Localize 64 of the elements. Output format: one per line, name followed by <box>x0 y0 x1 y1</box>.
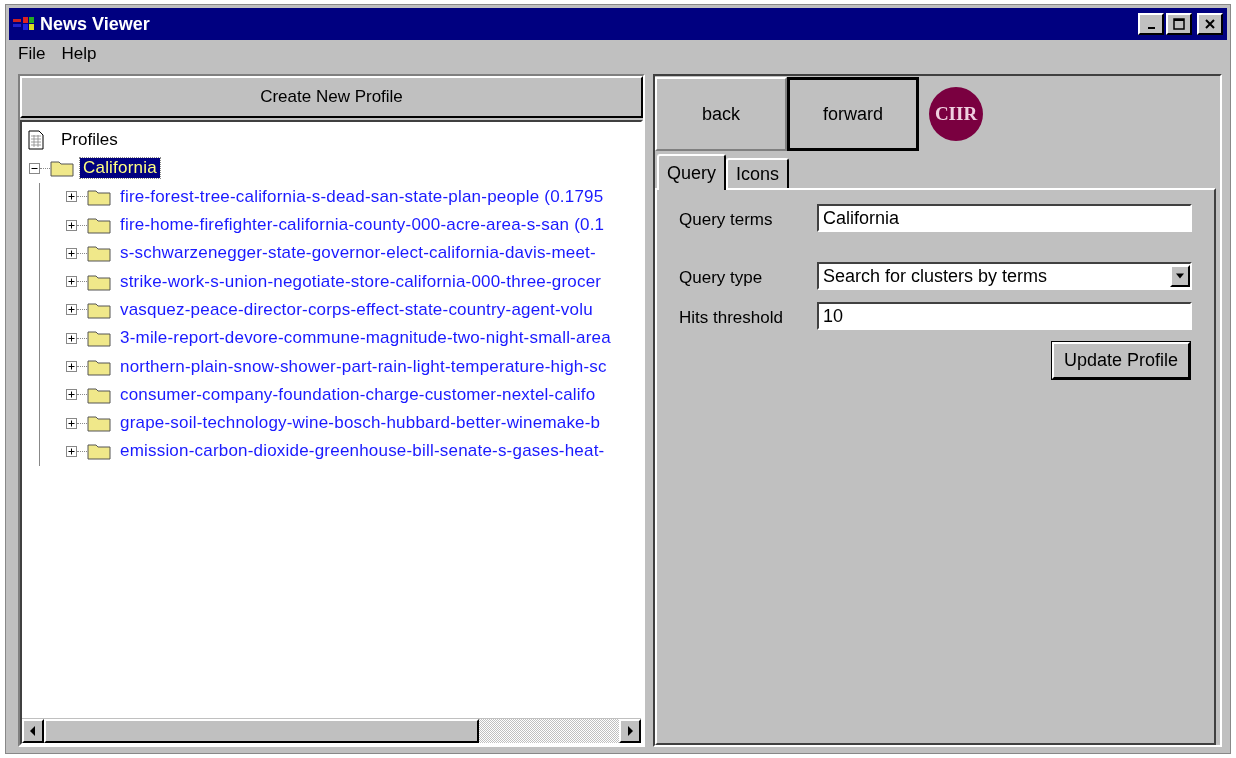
folder-icon <box>87 187 111 206</box>
expand-icon[interactable] <box>66 191 77 203</box>
maximize-icon <box>1173 18 1185 30</box>
folder-icon <box>87 414 111 433</box>
scroll-left-button[interactable] <box>22 719 44 743</box>
tree-item[interactable]: northern-plain-snow-shower-part-rain-light-temperature-high-sc <box>117 356 610 377</box>
folder-icon <box>87 244 111 263</box>
app-icon <box>13 16 35 32</box>
scrollbar-thumb[interactable] <box>44 719 480 743</box>
minimize-button[interactable] <box>1138 13 1164 35</box>
expand-icon[interactable] <box>66 361 77 372</box>
right-arrow-icon <box>627 726 633 736</box>
input-field[interactable]: 10 <box>817 302 1192 330</box>
expand-icon[interactable] <box>66 389 77 401</box>
tab[interactable]: Icons <box>726 158 790 188</box>
tree-item[interactable]: emission-carbon-dioxide-greenhouse-bill-senate-s-gases-heat- <box>117 441 608 462</box>
tab[interactable]: Query <box>657 154 727 190</box>
update-profile-button[interactable]: Update Profile <box>1051 342 1190 379</box>
expand-icon[interactable] <box>66 417 77 429</box>
tree-item[interactable]: strike-work-s-union-negotiate-store-california-000-three-grocer <box>117 271 605 292</box>
menu-item[interactable]: File <box>12 44 52 66</box>
tree-item[interactable]: 3-mile-report-devore-commune-magnitude-two-night-small-area <box>117 328 614 349</box>
scroll-right-button[interactable] <box>619 719 641 743</box>
window-title: News Viewer <box>40 13 150 35</box>
folder-icon <box>87 329 111 348</box>
close-icon <box>1204 18 1216 30</box>
horizontal-scrollbar[interactable] <box>22 718 641 743</box>
folder-icon <box>87 216 111 235</box>
query-type-dropdown[interactable]: Search for clusters by terms <box>817 262 1192 290</box>
folder-icon <box>87 442 111 461</box>
menu-item[interactable]: Help <box>55 44 103 66</box>
document-icon <box>28 130 44 151</box>
back-button[interactable]: back <box>655 77 787 151</box>
tree-item[interactable]: grape-soil-technology-wine-bosch-hubbard-better-winemake-b <box>117 413 604 434</box>
create-profile-button[interactable]: Create New Profile <box>20 76 643 118</box>
folder-icon <box>87 385 111 404</box>
tree-item[interactable]: vasquez-peace-director-corps-effect-state-country-agent-volu <box>117 299 596 320</box>
folder-icon <box>87 272 111 291</box>
expand-icon[interactable] <box>66 276 77 288</box>
collapse-icon[interactable] <box>29 162 40 174</box>
field-label: Query type <box>679 267 764 288</box>
expand-icon[interactable] <box>66 445 77 457</box>
field-label: Query terms <box>679 209 774 230</box>
expand-icon[interactable] <box>66 219 77 231</box>
logo: CIIR <box>929 87 983 141</box>
tree-item[interactable]: fire-forest-tree-california-s-dead-san-state-plan-people (0.1795 <box>117 186 607 207</box>
folder-icon <box>50 159 74 178</box>
tree-item[interactable]: fire-home-firefighter-california-county-000-acre-area-s-san (0.1 <box>117 215 608 236</box>
expand-icon[interactable] <box>66 247 77 259</box>
minimize-icon <box>1147 27 1155 29</box>
field-label: Hits threshold <box>679 307 784 328</box>
close-button[interactable] <box>1197 13 1223 35</box>
expand-icon[interactable] <box>66 332 77 344</box>
tree-item[interactable]: consumer-company-foundation-charge-customer-nextel-califo <box>117 384 599 405</box>
left-arrow-icon <box>30 726 36 736</box>
folder-icon <box>87 357 111 376</box>
forward-button[interactable]: forward <box>787 77 919 151</box>
tree-item[interactable]: s-schwarzenegger-state-governor-elect-california-davis-meet- <box>117 243 599 264</box>
folder-icon <box>87 300 111 319</box>
maximize-button[interactable] <box>1166 13 1192 35</box>
input-field[interactable]: California <box>817 204 1192 232</box>
expand-icon[interactable] <box>66 304 77 316</box>
tree-item[interactable]: Profiles <box>58 130 121 151</box>
tree-item[interactable]: California <box>80 158 160 179</box>
